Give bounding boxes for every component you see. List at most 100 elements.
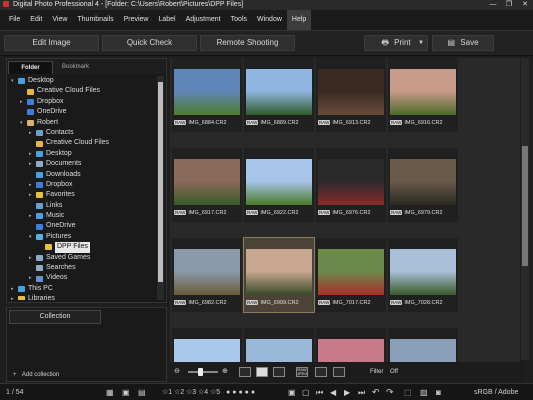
- add-collection-button[interactable]: + Add collection: [13, 372, 59, 378]
- photo-thumbnail[interactable]: [174, 159, 240, 205]
- folder-tree-scrollbar[interactable]: [157, 76, 164, 300]
- photo-thumbnail[interactable]: [390, 69, 456, 115]
- expand-toggle-icon[interactable]: ▸: [29, 128, 34, 138]
- print-dropdown-icon[interactable]: ▼: [418, 36, 424, 50]
- menu-edit[interactable]: Edit: [25, 10, 47, 30]
- zoom-in-icon[interactable]: ⊕: [222, 366, 228, 378]
- expand-toggle-icon[interactable]: ▾: [11, 76, 16, 86]
- minimize-button[interactable]: —: [485, 0, 501, 10]
- scrollbar-thumb[interactable]: [158, 82, 163, 282]
- menu-window[interactable]: Window: [252, 10, 287, 30]
- prev-image-icon[interactable]: ◀: [330, 387, 336, 398]
- stamp-icon[interactable]: ▨: [420, 387, 428, 398]
- thumbnail-size-slider[interactable]: [188, 368, 218, 376]
- folder-tree-item[interactable]: ▸ Videos: [9, 273, 157, 283]
- photo-thumbnail[interactable]: [174, 69, 240, 115]
- expand-toggle-icon[interactable]: ▸: [29, 159, 34, 169]
- menu-preview[interactable]: Preview: [119, 10, 154, 30]
- expand-toggle-icon[interactable]: ▾: [29, 232, 34, 242]
- folder-tree-item[interactable]: Creative Cloud Files: [9, 138, 157, 148]
- photo-thumbnail[interactable]: [246, 249, 312, 295]
- photo-thumbnail[interactable]: [390, 249, 456, 295]
- photo-thumbnail[interactable]: [318, 69, 384, 115]
- rating-3[interactable]: ☆3: [186, 387, 196, 398]
- photo-thumbnail[interactable]: [246, 339, 312, 364]
- thumbnail-cell[interactable]: RAW IMG_6916.CR2: [388, 58, 458, 132]
- thumbnail-cell[interactable]: RAW IMG_6884.CR2: [172, 58, 242, 132]
- folder-tree-item[interactable]: Links: [9, 201, 157, 211]
- edit-image-button[interactable]: Edit Image: [4, 35, 99, 51]
- expand-toggle-icon[interactable]: ▸: [29, 149, 34, 159]
- thumbnail-grid-scrollbar[interactable]: [521, 58, 529, 360]
- quick-check-button[interactable]: Quick Check: [102, 35, 197, 51]
- tab-folder[interactable]: Folder: [8, 61, 53, 74]
- expand-toggle-icon[interactable]: ▸: [29, 273, 34, 283]
- thumbnail-cell[interactable]: RAW IMG_6976.CR2: [316, 148, 386, 222]
- menu-thumbnails[interactable]: Thumbnails: [72, 10, 118, 30]
- thumbnail-cell[interactable]: RAW IMG_6917.CR2: [172, 148, 242, 222]
- remote-shooting-button[interactable]: Remote Shooting: [200, 35, 295, 51]
- folder-tree-item[interactable]: ▸ This PC: [9, 284, 157, 294]
- rating-1[interactable]: ☆1: [162, 387, 172, 398]
- color-label-dots[interactable]: ●●●●●: [226, 387, 257, 398]
- photo-thumbnail[interactable]: [390, 339, 456, 364]
- menu-label[interactable]: Label: [153, 10, 180, 30]
- folder-tree-item[interactable]: ▸ Desktop: [9, 149, 157, 159]
- rating-4[interactable]: ☆4: [198, 387, 208, 398]
- expand-toggle-icon[interactable]: ▸: [11, 294, 16, 300]
- folder-tree-item[interactable]: ▸ Documents: [9, 159, 157, 169]
- raw-jpeg-toggle[interactable]: RAW JPEG: [296, 367, 308, 377]
- thumbnail-cell[interactable]: RAW IMG_6979.CR2: [388, 148, 458, 222]
- photo-thumbnail[interactable]: [318, 159, 384, 205]
- zoom-out-icon[interactable]: ⊖: [174, 366, 180, 378]
- compare-icon[interactable]: [333, 367, 345, 377]
- print-button[interactable]: 🖶 Print ▼: [364, 35, 428, 51]
- folder-tree-item[interactable]: ▸ Saved Games: [9, 253, 157, 263]
- menu-file[interactable]: File: [4, 10, 25, 30]
- expand-toggle-icon[interactable]: ▾: [20, 118, 25, 128]
- list-view-icon[interactable]: ▣: [122, 387, 130, 398]
- photo-thumbnail[interactable]: [246, 159, 312, 205]
- menu-adjustment[interactable]: Adjustment: [181, 10, 226, 30]
- photo-thumbnail[interactable]: [174, 339, 240, 364]
- folder-tree-item[interactable]: ▸ Libraries: [9, 294, 157, 300]
- thumbnail-cell[interactable]: RAW IMG_6999.CR2: [243, 237, 315, 313]
- view-wide-icon[interactable]: [273, 367, 285, 377]
- first-image-icon[interactable]: ⏮: [316, 387, 323, 398]
- expand-toggle-icon[interactable]: ▸: [29, 180, 34, 190]
- folder-tree-item[interactable]: ▸ Dropbox: [9, 180, 157, 190]
- maximize-button[interactable]: ❐: [501, 0, 517, 10]
- expand-toggle-icon[interactable]: ▸: [29, 211, 34, 221]
- last-image-icon[interactable]: ⏭: [358, 387, 365, 398]
- photo-thumbnail[interactable]: [318, 249, 384, 295]
- thumbnail-cell[interactable]: RAW IMG_6889.CR2: [244, 58, 314, 132]
- menu-view[interactable]: View: [47, 10, 72, 30]
- slider-knob[interactable]: [198, 368, 203, 376]
- folder-tree-item[interactable]: ▸ Dropbox: [9, 97, 157, 107]
- grid-view-icon[interactable]: ▦: [106, 387, 114, 398]
- expand-toggle-icon[interactable]: ▸: [20, 97, 25, 107]
- folder-tree-item[interactable]: OneDrive: [9, 221, 157, 231]
- photo-thumbnail[interactable]: [318, 339, 384, 364]
- thumbnail-cell[interactable]: RAW IMG_7028.CR2: [388, 238, 458, 312]
- check-mark-icon[interactable]: ▣: [288, 387, 296, 398]
- filmstrip-view-icon[interactable]: ▤: [138, 387, 146, 398]
- expand-toggle-icon[interactable]: ▸: [29, 253, 34, 263]
- filter-value[interactable]: Off: [390, 366, 398, 378]
- folder-tree-item[interactable]: ▸ Favorites: [9, 190, 157, 200]
- thumbnail-cell[interactable]: RAW IMG_7017.CR2: [316, 238, 386, 312]
- thumbnail-cell[interactable]: [316, 328, 386, 364]
- rating-5[interactable]: ☆5: [210, 387, 220, 398]
- scrollbar-thumb[interactable]: [522, 146, 528, 266]
- close-button[interactable]: ✕: [517, 0, 533, 10]
- menu-tools[interactable]: Tools: [226, 10, 252, 30]
- grid-icon[interactable]: [315, 367, 327, 377]
- tab-collection[interactable]: Collection: [9, 310, 101, 324]
- expand-toggle-icon[interactable]: ▸: [29, 190, 34, 200]
- folder-tree-item[interactable]: ▾ Desktop: [9, 76, 157, 86]
- rating-2[interactable]: ☆2: [174, 387, 184, 398]
- next-image-icon[interactable]: ▶: [344, 387, 350, 398]
- save-button[interactable]: ▤ Save: [432, 35, 494, 51]
- thumbnail-cell[interactable]: [172, 328, 242, 364]
- tab-bookmark[interactable]: Bookmark: [53, 61, 98, 74]
